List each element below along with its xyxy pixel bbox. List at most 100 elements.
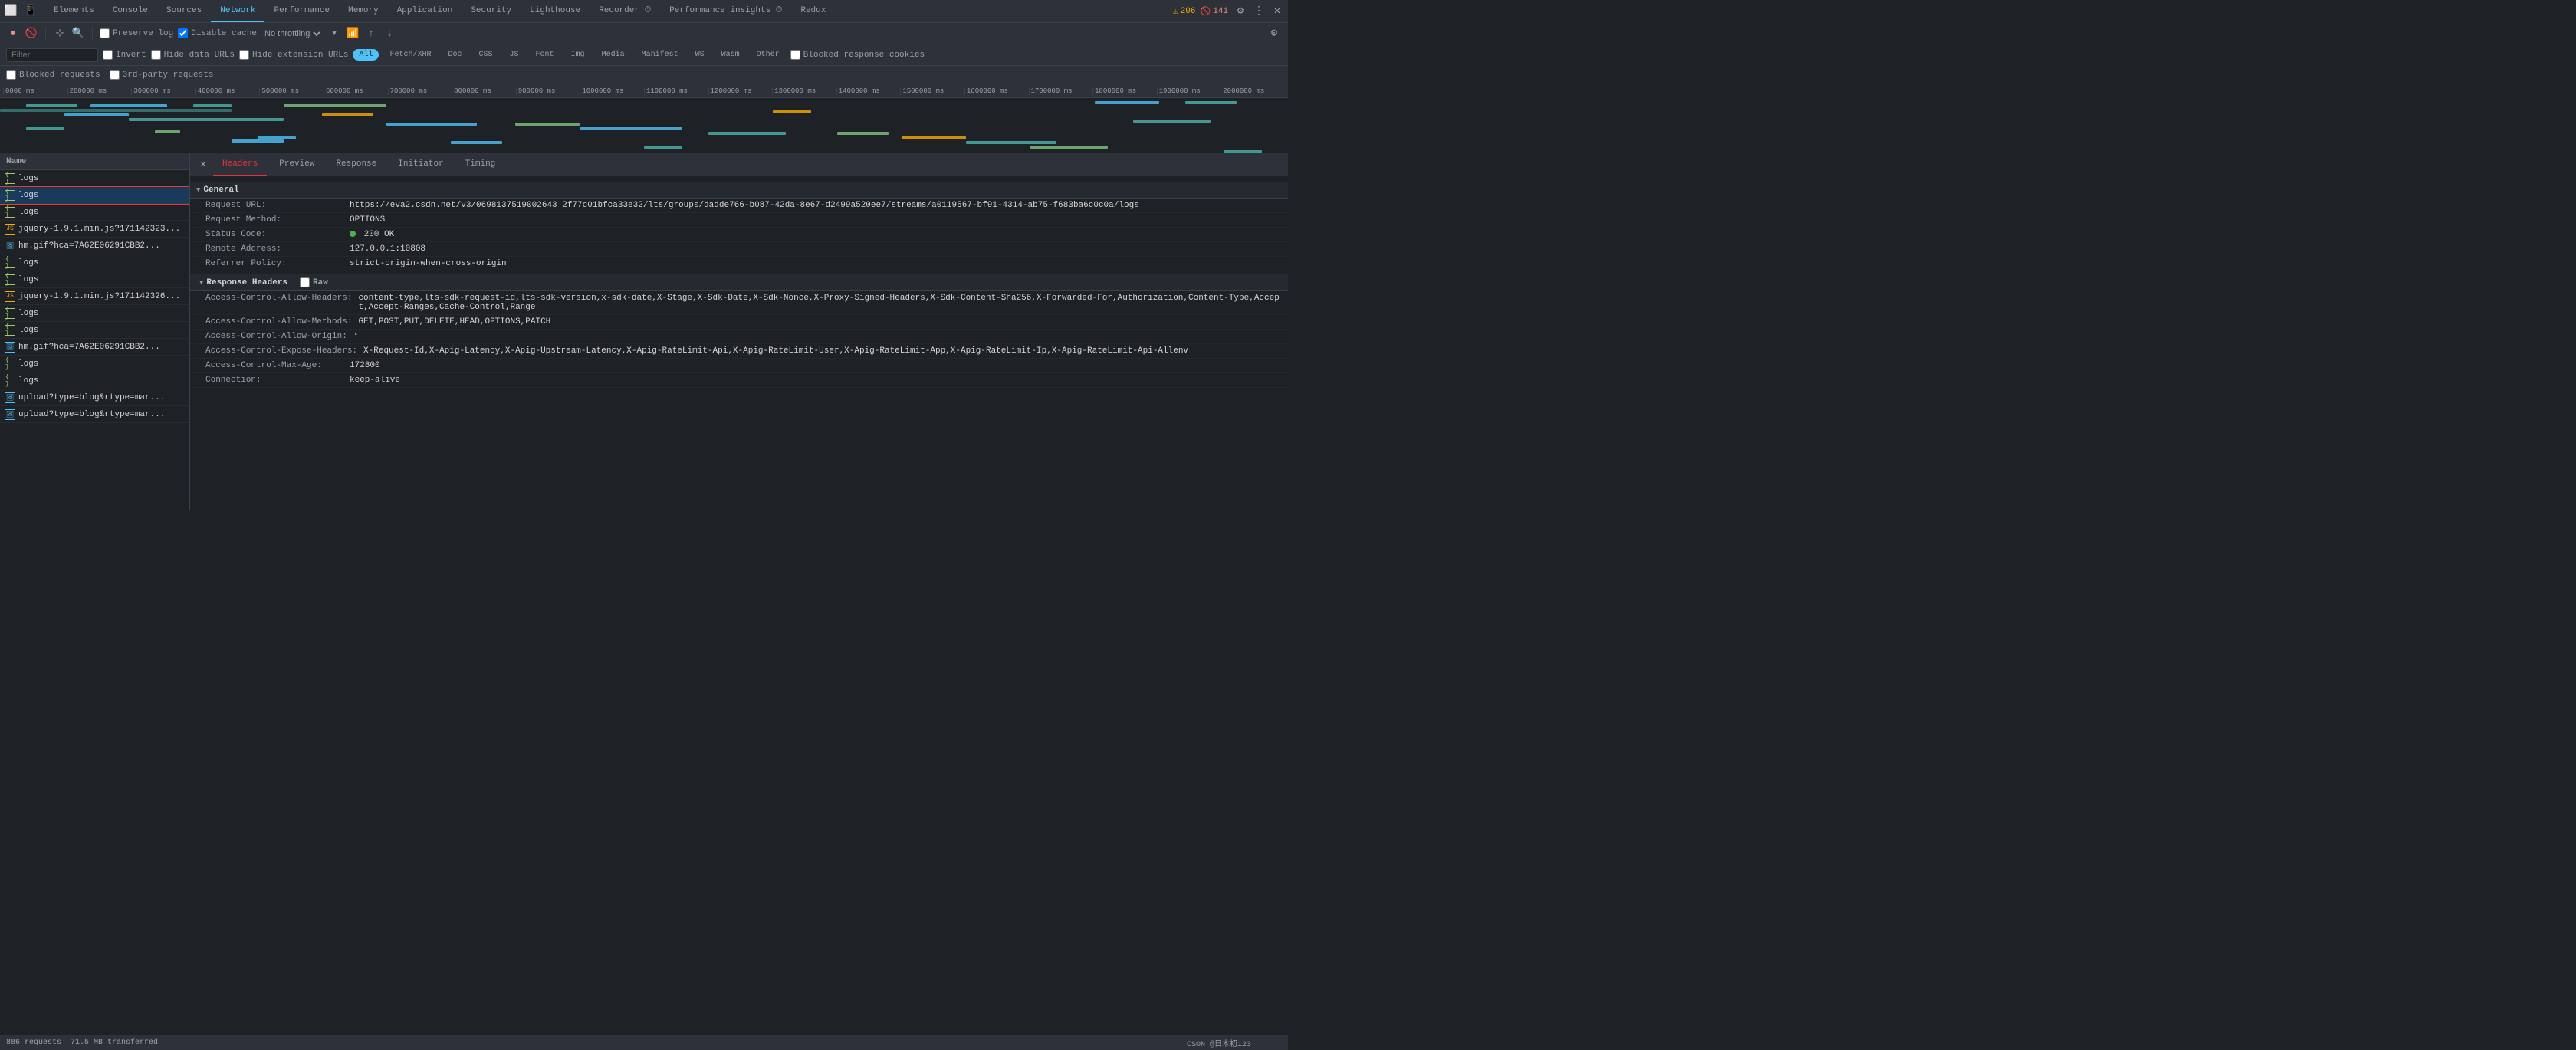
upload-icon[interactable]: ↑ xyxy=(364,27,378,41)
filter-fetch-xhr[interactable]: Fetch/XHR xyxy=(383,49,437,61)
tab-security[interactable]: Security xyxy=(462,0,521,23)
list-item[interactable]: { } logs xyxy=(0,322,189,339)
item-name: jquery-1.9.1.min.js?171142323... xyxy=(18,225,185,234)
waterfall-bar xyxy=(644,146,682,149)
filter-img[interactable]: Img xyxy=(565,49,591,61)
list-item[interactable]: { } logs xyxy=(0,305,189,322)
wifi-icon[interactable]: 📶 xyxy=(346,27,360,41)
list-item[interactable]: 🖼 hm.gif?hca=7A62E06291CBB2... xyxy=(0,339,189,356)
tab-preview[interactable]: Preview xyxy=(270,153,324,176)
resp-headers-title: Response Headers xyxy=(206,278,288,287)
invert-label[interactable]: Invert xyxy=(103,50,146,60)
list-item[interactable]: { } logs xyxy=(0,204,189,221)
tab-initiator[interactable]: Initiator xyxy=(389,153,452,176)
waterfall-bar xyxy=(0,109,232,112)
filter-doc[interactable]: Doc xyxy=(442,49,468,61)
blocked-cookies-checkbox[interactable] xyxy=(790,50,800,60)
filter-media[interactable]: Media xyxy=(596,49,631,61)
preserve-log-checkbox[interactable] xyxy=(100,28,110,38)
throttle-select[interactable]: No throttling xyxy=(261,28,323,39)
throttle-down-icon[interactable]: ▾ xyxy=(327,27,341,41)
third-party-checkbox[interactable] xyxy=(110,70,120,80)
list-item[interactable]: { } logs xyxy=(0,271,189,288)
blocked-cookies-label[interactable]: Blocked response cookies xyxy=(790,50,925,60)
tab-sources[interactable]: Sources xyxy=(157,0,211,23)
settings-icon[interactable]: ⚙ xyxy=(1233,4,1248,19)
xhr-icon: { } xyxy=(5,274,15,285)
response-headers-section[interactable]: ▼ Response Headers Raw xyxy=(190,274,1288,291)
list-item[interactable]: { } logs xyxy=(0,372,189,389)
list-item[interactable]: JS jquery-1.9.1.min.js?171142323... xyxy=(0,221,189,238)
close-devtools-icon[interactable]: ✕ xyxy=(1270,4,1285,19)
settings-gear-icon[interactable]: ⚙ xyxy=(1267,26,1282,41)
general-section-header[interactable]: ▼ General xyxy=(190,182,1288,199)
invert-checkbox[interactable] xyxy=(103,50,113,60)
hide-ext-label[interactable]: Hide extension URLs xyxy=(239,50,348,60)
referrer-policy-value: strict-origin-when-cross-origin xyxy=(350,259,1282,268)
ruler-mark-6: 700000 ms xyxy=(388,87,452,95)
filter-all[interactable]: All xyxy=(353,49,379,61)
tab-headers[interactable]: Headers xyxy=(213,153,267,176)
tab-response[interactable]: Response xyxy=(327,153,386,176)
resp-header-value: 172800 xyxy=(350,361,1282,370)
clear-button[interactable]: 🚫 xyxy=(25,27,38,41)
filter-font[interactable]: Font xyxy=(530,49,560,61)
list-item[interactable]: 🖼 upload?type=blog&rtype=mar... xyxy=(0,406,189,423)
more-icon[interactable]: ⋮ xyxy=(1251,4,1267,19)
filter-manifest[interactable]: Manifest xyxy=(636,49,685,61)
ruler-mark-11: 1200000 ms xyxy=(708,87,773,95)
blocked-requests-label[interactable]: Blocked requests xyxy=(6,70,100,80)
list-item[interactable]: 🖼 upload?type=blog&rtype=mar... xyxy=(0,389,189,406)
ruler-mark-2: 300000 ms xyxy=(131,87,196,95)
raw-checkbox-label[interactable]: Raw xyxy=(300,277,328,287)
record-button[interactable]: ⏺ xyxy=(6,27,20,41)
tab-application[interactable]: Application xyxy=(388,0,462,23)
tab-network[interactable]: Network xyxy=(211,0,264,23)
filter-ws[interactable]: WS xyxy=(689,49,711,61)
referrer-policy-row: Referrer Policy: strict-origin-when-cros… xyxy=(190,257,1288,271)
timeline-ruler: 0000 ms 200000 ms 300000 ms 400000 ms 50… xyxy=(0,84,1288,98)
list-item[interactable]: { } logs xyxy=(0,170,189,187)
inspect-icon[interactable]: ⬜ xyxy=(3,4,18,19)
raw-checkbox[interactable] xyxy=(300,277,310,287)
hide-ext-checkbox[interactable] xyxy=(239,50,249,60)
blocked-requests-checkbox[interactable] xyxy=(6,70,16,80)
tab-lighthouse[interactable]: Lighthouse xyxy=(521,0,590,23)
list-item[interactable]: { } logs xyxy=(0,254,189,271)
download-icon[interactable]: ↓ xyxy=(383,27,396,41)
hide-data-label[interactable]: Hide data URLs xyxy=(151,50,235,60)
warning-icon: ⚠ xyxy=(1173,6,1178,17)
third-party-label[interactable]: 3rd-party requests xyxy=(110,70,214,80)
tab-recorder[interactable]: Recorder ⏱ xyxy=(590,0,660,23)
hide-data-checkbox[interactable] xyxy=(151,50,161,60)
filter-js[interactable]: JS xyxy=(504,49,525,61)
device-icon[interactable]: 📱 xyxy=(23,4,38,19)
disable-cache-label[interactable]: Disable cache xyxy=(178,28,257,38)
tab-elements[interactable]: Elements xyxy=(44,0,104,23)
filter-input[interactable] xyxy=(6,48,98,62)
list-item[interactable]: 🖼 hm.gif?hca=7A62E06291CBB2... xyxy=(0,238,189,254)
list-item[interactable]: { } logs xyxy=(0,187,189,204)
tab-perf-insights[interactable]: Performance insights ⏱ xyxy=(660,0,791,23)
list-item[interactable]: { } logs xyxy=(0,356,189,372)
detail-close-button[interactable]: ✕ xyxy=(196,158,210,172)
search-icon[interactable]: 🔍 xyxy=(71,27,85,41)
status-dot xyxy=(350,231,356,237)
filter-css[interactable]: CSS xyxy=(473,49,499,61)
filter-other[interactable]: Other xyxy=(751,49,786,61)
ruler-mark-3: 400000 ms xyxy=(196,87,260,95)
tab-redux[interactable]: Redux xyxy=(791,0,835,23)
list-item[interactable]: JS jquery-1.9.1.min.js?171142326... xyxy=(0,288,189,305)
tab-memory[interactable]: Memory xyxy=(339,0,388,23)
preserve-log-label[interactable]: Preserve log xyxy=(100,28,173,38)
js-icon: JS xyxy=(5,291,15,302)
img-icon: 🖼 xyxy=(5,409,15,420)
filter-wasm[interactable]: Wasm xyxy=(715,49,746,61)
tab-performance[interactable]: Performance xyxy=(264,0,339,23)
disable-cache-checkbox[interactable] xyxy=(178,28,188,38)
filter-icon[interactable]: ⊹ xyxy=(53,27,67,41)
tab-console[interactable]: Console xyxy=(104,0,157,23)
response-header-row: Connection: keep-alive xyxy=(190,373,1288,388)
status-code-value: 200 OK xyxy=(350,230,1282,239)
tab-timing[interactable]: Timing xyxy=(456,153,505,176)
